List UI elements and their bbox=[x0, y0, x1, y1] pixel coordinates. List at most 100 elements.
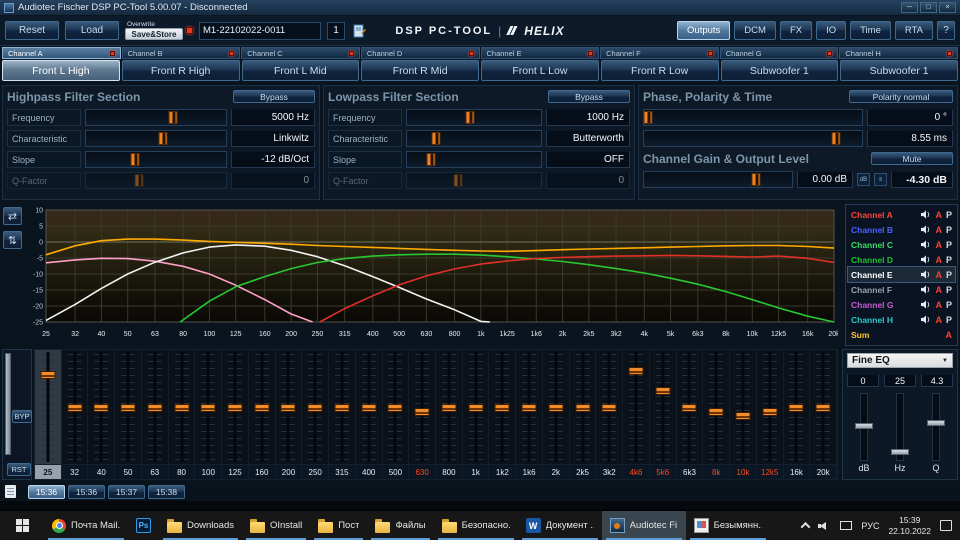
channel-p-toggle[interactable]: P bbox=[946, 255, 952, 265]
dcm-button[interactable]: DCM bbox=[734, 21, 776, 40]
eq-band-handle[interactable] bbox=[762, 408, 778, 417]
eq-band-slider-250[interactable] bbox=[302, 350, 330, 464]
fx-button[interactable]: FX bbox=[779, 21, 813, 40]
eq-band-handle[interactable] bbox=[494, 404, 510, 412]
speaker-icon[interactable] bbox=[921, 225, 931, 234]
eq-band-handle[interactable] bbox=[601, 404, 617, 412]
eq-band-handle[interactable] bbox=[147, 404, 163, 412]
eq-band-slider-1k2[interactable] bbox=[489, 350, 517, 464]
channel-output-button-8[interactable]: Subwoofer 1 bbox=[840, 60, 958, 81]
outputs-button[interactable]: Outputs bbox=[677, 21, 731, 40]
eq-band-slider-100[interactable] bbox=[195, 350, 223, 464]
phase-degrees-slider[interactable] bbox=[643, 109, 863, 126]
slider-handle[interactable] bbox=[465, 111, 475, 124]
eq-band-handle[interactable] bbox=[40, 370, 56, 379]
eq-band-slider-160[interactable] bbox=[248, 350, 276, 464]
channel-tab-c[interactable]: Channel C bbox=[241, 47, 360, 59]
taskbar-app-folder[interactable]: Безопасно... bbox=[434, 511, 518, 540]
channel-a-toggle[interactable]: A bbox=[935, 210, 942, 220]
channel-tab-f[interactable]: Channel F bbox=[600, 47, 719, 59]
slider-handle[interactable] bbox=[168, 111, 178, 124]
highpass-q-factor-slider[interactable] bbox=[85, 172, 227, 189]
memory-tab-2[interactable]: 15:36 bbox=[68, 485, 105, 499]
speaker-icon[interactable] bbox=[921, 255, 931, 264]
clock[interactable]: 15:39 22.10.2022 bbox=[888, 515, 931, 536]
eq-band-slider-800[interactable] bbox=[436, 350, 463, 464]
eq-band-handle[interactable] bbox=[735, 412, 751, 421]
taskbar-app-paint[interactable]: Безымянн... bbox=[686, 511, 770, 540]
eq-band-slider-125[interactable] bbox=[222, 350, 249, 464]
eq-band-slider-630[interactable] bbox=[409, 350, 437, 464]
polarity-button[interactable]: Polarity normal bbox=[849, 90, 953, 103]
eq-band-handle[interactable] bbox=[280, 404, 296, 412]
channel-output-button-1[interactable]: Front L High bbox=[2, 60, 120, 81]
volume-icon[interactable] bbox=[818, 520, 831, 532]
io-button[interactable]: IO bbox=[816, 21, 847, 40]
save-store-button[interactable]: Save&Store bbox=[125, 28, 183, 40]
channel-p-toggle[interactable]: P bbox=[946, 270, 952, 280]
eq-band-handle[interactable] bbox=[575, 404, 591, 412]
time-delay-slider[interactable] bbox=[643, 130, 863, 147]
channel-output-button-7[interactable]: Subwoofer 1 bbox=[720, 60, 839, 81]
eq-band-handle[interactable] bbox=[468, 404, 484, 412]
channel-a-toggle[interactable]: A bbox=[935, 315, 942, 325]
channel-a-toggle[interactable]: A bbox=[935, 270, 942, 280]
eq-band-slider-25[interactable] bbox=[35, 350, 62, 464]
channel-legend-row[interactable]: Channel B AP bbox=[848, 222, 955, 237]
eq-band-slider-1k[interactable] bbox=[462, 350, 490, 464]
fine-eq-slider-db[interactable] bbox=[853, 391, 875, 463]
eq-band-slider-80[interactable] bbox=[168, 350, 196, 464]
eq-band-handle[interactable] bbox=[628, 366, 644, 375]
preset-edit-icon[interactable] bbox=[351, 23, 367, 39]
slider-handle[interactable] bbox=[158, 132, 168, 145]
taskbar-app-folder[interactable]: Пост bbox=[310, 511, 367, 540]
eq-band-slider-400[interactable] bbox=[355, 350, 383, 464]
channel-output-button-2[interactable]: Front R High bbox=[121, 60, 240, 81]
memory-doc-icon[interactable] bbox=[5, 485, 16, 498]
channel-tab-g[interactable]: Channel G bbox=[719, 47, 839, 59]
lowpass-characteristic-slider[interactable] bbox=[406, 130, 542, 147]
channel-legend-row[interactable]: Channel D AP bbox=[848, 252, 955, 267]
eq-band-slider-40[interactable] bbox=[88, 350, 116, 464]
speaker-icon[interactable] bbox=[921, 315, 931, 324]
channel-tab-d[interactable]: Channel D bbox=[360, 47, 480, 59]
eq-band-handle[interactable] bbox=[307, 404, 323, 412]
network-icon[interactable] bbox=[840, 521, 853, 530]
close-button[interactable]: × bbox=[939, 2, 956, 13]
slider-handle[interactable] bbox=[751, 173, 761, 186]
eq-band-handle[interactable] bbox=[708, 408, 724, 417]
start-button[interactable] bbox=[0, 511, 44, 540]
channel-p-toggle[interactable]: P bbox=[946, 285, 952, 295]
eq-band-handle[interactable] bbox=[414, 408, 430, 417]
preset-number-field[interactable]: 1 bbox=[327, 21, 345, 40]
eq-band-slider-2k5[interactable] bbox=[569, 350, 597, 464]
taskbar-app-word[interactable]: W Документ ... bbox=[518, 511, 602, 540]
eq-band-handle[interactable] bbox=[67, 404, 83, 412]
slider-handle[interactable] bbox=[431, 132, 441, 145]
mute-button[interactable]: Mute bbox=[871, 152, 953, 165]
taskbar-app-chrome[interactable]: Почта Mail... bbox=[44, 511, 128, 540]
channel-a-toggle[interactable]: A bbox=[935, 300, 942, 310]
speaker-icon[interactable] bbox=[921, 240, 931, 249]
minimize-button[interactable]: ─ bbox=[901, 2, 918, 13]
memory-tab-1[interactable]: 15:36 bbox=[28, 485, 65, 499]
graph-pan-vertical-button[interactable]: ⇅ bbox=[3, 231, 22, 249]
eq-band-slider-315[interactable] bbox=[329, 350, 356, 464]
speaker-icon[interactable] bbox=[921, 270, 931, 279]
eq-band-handle[interactable] bbox=[254, 404, 270, 412]
channel-a-toggle[interactable]: A bbox=[935, 255, 942, 265]
taskbar-app-folder[interactable]: Downloads bbox=[159, 511, 242, 540]
maximize-button[interactable]: □ bbox=[920, 2, 937, 13]
channel-tab-e[interactable]: Channel E bbox=[480, 47, 600, 59]
highpass-frequency-slider[interactable] bbox=[85, 109, 227, 126]
reset-button[interactable]: Reset bbox=[5, 21, 59, 40]
eq-master-fader[interactable] bbox=[5, 353, 11, 455]
help-button[interactable]: ? bbox=[937, 21, 955, 40]
channel-output-button-4[interactable]: Front R Mid bbox=[361, 60, 479, 81]
eq-band-handle[interactable] bbox=[120, 404, 136, 412]
eq-band-handle[interactable] bbox=[174, 404, 190, 412]
eq-band-handle[interactable] bbox=[655, 387, 671, 396]
eq-band-slider-1k6[interactable] bbox=[516, 350, 543, 464]
eq-band-handle[interactable] bbox=[387, 404, 403, 412]
eq-band-handle[interactable] bbox=[548, 404, 564, 412]
